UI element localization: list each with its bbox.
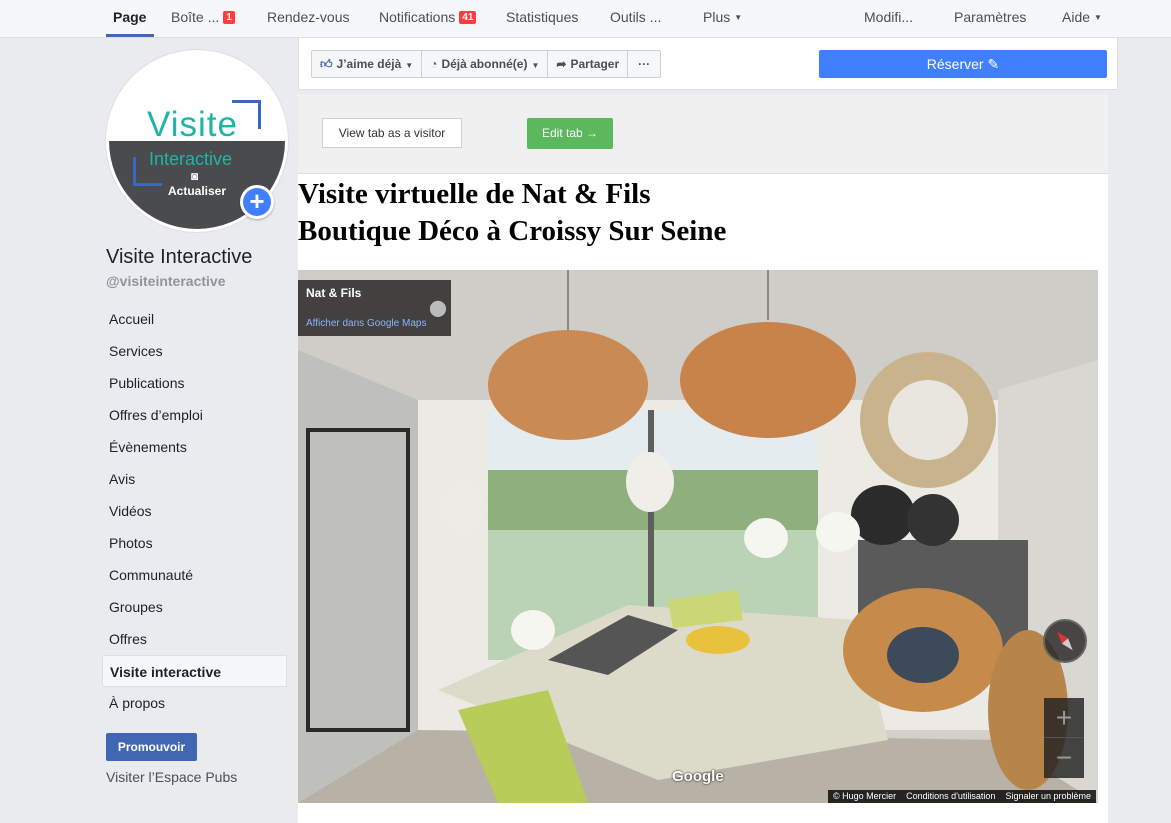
- nav-tools[interactable]: Outils ...: [610, 9, 661, 25]
- zoom-in-button[interactable]: +: [1044, 698, 1084, 738]
- view-as-visitor-button[interactable]: View tab as a visitor: [322, 118, 462, 148]
- reserve-button[interactable]: Réserver ✎: [819, 50, 1107, 78]
- nav-stats[interactable]: Statistiques: [506, 9, 578, 25]
- share-label: Partager: [570, 57, 620, 71]
- like-button[interactable]: 👍︎ J’aime déjà ▼: [312, 51, 423, 77]
- plus-icon: +: [243, 188, 271, 216]
- sidebar-item-reviews[interactable]: Avis: [102, 463, 287, 495]
- nav-notifications-label: Notifications: [379, 9, 456, 25]
- terms-link[interactable]: Conditions d'utilisation: [901, 790, 1000, 803]
- photo-credit: © Hugo Mercier: [833, 791, 897, 801]
- pencil-icon: ✎: [987, 56, 1000, 72]
- nav-more-label: Plus: [703, 9, 731, 25]
- sidebar-item-events[interactable]: Évènements: [102, 431, 287, 463]
- logo-word: Visite: [147, 105, 238, 144]
- mirror-glass: [888, 380, 968, 460]
- google-watermark: Google: [672, 768, 724, 785]
- sidebar-item-services[interactable]: Services: [102, 335, 287, 367]
- notifications-badge: 41: [459, 11, 477, 24]
- compass-needle: [1057, 631, 1073, 651]
- sidebar-item-community[interactable]: Communauté: [102, 559, 287, 591]
- nav-inbox-label: Boîte ...: [171, 9, 220, 25]
- share-button[interactable]: ➦ Partager: [548, 51, 629, 77]
- sidebar-item-jobs[interactable]: Offres d’emploi: [102, 399, 287, 431]
- page-action-bar: 👍︎ J’aime déjà ▼ ◔ Déjà abonné(e) ▼ ➦ Partage…: [298, 38, 1118, 90]
- street-view-footer: © Hugo Mercier Conditions d'utilisation …: [828, 790, 1096, 803]
- sidebar-item-photos[interactable]: Photos: [102, 527, 287, 559]
- sidebar-item-about[interactable]: À propos: [102, 687, 287, 719]
- nav-help-label: Aide: [1062, 9, 1091, 25]
- caret-down-icon: ▼: [405, 61, 414, 70]
- page-name[interactable]: Visite Interactive: [106, 246, 252, 269]
- nav-notifications[interactable]: Notifications 41: [379, 9, 477, 26]
- nav-edit[interactable]: Modifi...: [864, 9, 913, 25]
- more-options-button[interactable]: ···: [628, 51, 660, 77]
- nav-active-underline: [106, 34, 154, 37]
- camera-icon: ◙: [191, 169, 199, 183]
- table-lamp: [511, 610, 555, 650]
- rattan-lamp-right: [680, 322, 856, 438]
- inbox-badge: 1: [223, 11, 235, 24]
- zoom-out-button[interactable]: −: [1044, 738, 1084, 778]
- zoom-control: + −: [1044, 698, 1084, 778]
- white-lantern: [441, 480, 485, 536]
- follow-button[interactable]: ◔ Déjà abonné(e) ▼: [422, 51, 549, 77]
- sidebar-item-accueil[interactable]: Accueil: [102, 303, 287, 335]
- place-name: Nat & Fils: [306, 286, 362, 300]
- floor-lamp-bulb: [744, 518, 788, 558]
- reserve-label: Réserver: [926, 56, 984, 72]
- black-lantern: [851, 485, 915, 545]
- like-label: J’aime déjà: [336, 57, 402, 71]
- follow-label: Déjà abonné(e): [441, 57, 528, 71]
- left-wall: [298, 350, 418, 803]
- nav-page[interactable]: Page: [113, 9, 146, 25]
- street-view-panorama[interactable]: Nat & Fils ⬤ Afficher dans Google Maps +…: [298, 270, 1098, 803]
- page-handle[interactable]: @visiteinteractive: [106, 273, 226, 289]
- tab-toolbar: View tab as a visitor Edit tab →: [298, 94, 1108, 174]
- tab-content: Visite virtuelle de Nat & Fils Boutique …: [298, 174, 1108, 823]
- view-in-google-maps-link[interactable]: Afficher dans Google Maps: [306, 318, 426, 329]
- caret-down-icon: ▼: [1094, 13, 1102, 22]
- chair-cushion: [887, 627, 959, 683]
- rss-icon: ◔: [430, 57, 438, 71]
- page-title: Visite virtuelle de Nat & Fils Boutique …: [298, 176, 726, 250]
- yellow-basket: [686, 626, 750, 654]
- sidebar-item-interactive-tour[interactable]: Visite interactive: [102, 655, 287, 687]
- map-pin-icon[interactable]: ⬤: [429, 298, 447, 318]
- caret-down-icon: ▼: [531, 61, 540, 70]
- caret-down-icon: ▼: [734, 13, 743, 22]
- sidebar-item-publications[interactable]: Publications: [102, 367, 287, 399]
- add-button[interactable]: +: [240, 185, 274, 219]
- thumbs-up-icon: 👍︎: [320, 57, 333, 71]
- sidebar-nav: Accueil Services Publications Offres d’e…: [102, 303, 287, 719]
- rattan-lamp-left: [488, 330, 648, 440]
- action-button-group: 👍︎ J’aime déjà ▼ ◔ Déjà abonné(e) ▼ ➦ Partage…: [311, 50, 662, 78]
- sidebar-item-groups[interactable]: Groupes: [102, 591, 287, 623]
- report-problem-link[interactable]: Signaler un problème: [1000, 790, 1096, 803]
- floor-lamp-bulb: [816, 512, 860, 552]
- nav-settings[interactable]: Paramètres: [954, 9, 1026, 25]
- page-top-nav: Page Boîte ... 1 Rendez-vous Notification…: [0, 0, 1171, 38]
- sidebar-item-videos[interactable]: Vidéos: [102, 495, 287, 527]
- promote-button[interactable]: Promouvoir: [106, 733, 197, 761]
- panorama-scene: [298, 270, 1098, 803]
- compass-icon[interactable]: [1043, 619, 1087, 663]
- title-line-1: Visite virtuelle de Nat & Fils: [298, 178, 651, 210]
- ads-center-link[interactable]: Visiter l’Espace Pubs: [106, 769, 237, 785]
- hanging-lantern: [626, 452, 674, 512]
- title-line-2: Boutique Déco à Croissy Sur Seine: [298, 215, 727, 247]
- black-lantern: [907, 494, 959, 546]
- nav-inbox[interactable]: Boîte ... 1: [171, 9, 235, 26]
- sidebar-item-offers[interactable]: Offres: [102, 623, 287, 655]
- nav-help[interactable]: Aide ▼: [1062, 9, 1102, 25]
- place-info-box: Nat & Fils ⬤ Afficher dans Google Maps: [298, 280, 451, 336]
- edit-tab-button[interactable]: Edit tab →: [527, 118, 613, 149]
- logo-subword: Interactive: [149, 149, 233, 169]
- share-arrow-icon: ➦: [556, 57, 567, 71]
- nav-appointments[interactable]: Rendez-vous: [267, 9, 350, 25]
- nav-more[interactable]: Plus ▼: [703, 9, 742, 25]
